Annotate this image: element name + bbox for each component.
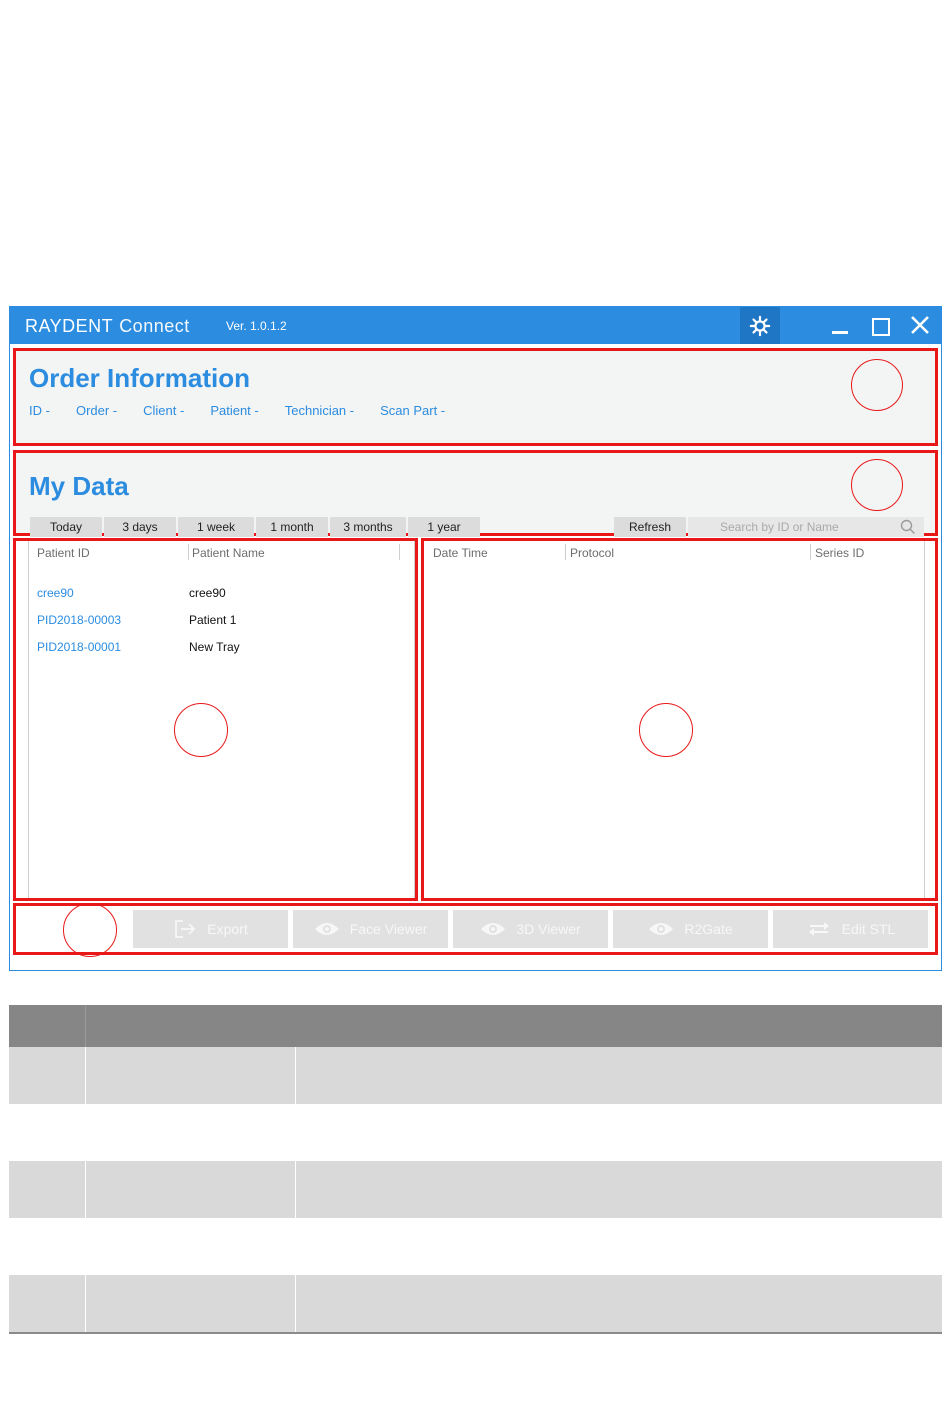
table-row (9, 1047, 942, 1104)
column-header-protocol[interactable]: Protocol (570, 546, 614, 560)
callout-circle (63, 903, 117, 957)
order-field-technician: Technician - (284, 403, 355, 418)
column-header-patient-name[interactable]: Patient Name (192, 546, 265, 560)
gear-icon (749, 315, 771, 336)
swap-arrows-icon (808, 922, 829, 936)
callout-circle (851, 459, 903, 511)
export-icon (175, 920, 196, 938)
callout-circle (639, 703, 693, 757)
table-header (9, 1005, 942, 1047)
search-placeholder: Search by ID or Name (720, 520, 839, 534)
table-row (9, 1275, 942, 1332)
column-header-series-id[interactable]: Series ID (815, 546, 864, 560)
order-field-patient: Patient - (210, 403, 259, 418)
settings-button[interactable] (740, 307, 780, 344)
panel-border-line (924, 541, 925, 898)
patient-id-cell[interactable]: cree90 (37, 586, 74, 600)
search-input[interactable]: Search by ID or Name (688, 517, 924, 537)
app-version: Ver. 1.0.1.2 (226, 319, 287, 333)
3d-viewer-label: 3D Viewer (516, 921, 581, 937)
eye-icon (649, 923, 674, 935)
callout-circle (174, 703, 228, 757)
panel-border-line (28, 541, 29, 898)
tab-3-days[interactable]: 3 days (104, 517, 176, 537)
face-viewer-label: Face Viewer (349, 921, 428, 937)
order-field-id: ID - (29, 403, 50, 418)
edit-stl-label: Edit STL (841, 921, 896, 937)
face-viewer-button[interactable]: Face Viewer (293, 910, 448, 948)
column-divider (85, 1005, 86, 1047)
panel-border-line (414, 541, 415, 898)
table-row (9, 1218, 942, 1275)
patient-name-cell: Patient 1 (189, 613, 237, 627)
action-bar: Export Face Viewer 3D Viewer R2Gate Edit… (13, 903, 938, 957)
eye-icon (314, 923, 339, 935)
3d-viewer-button[interactable]: 3D Viewer (453, 910, 608, 948)
eye-icon (481, 923, 506, 935)
callout-circle (851, 359, 903, 411)
r2gate-button[interactable]: R2Gate (613, 910, 768, 948)
description-table (9, 1005, 942, 1334)
order-fields: ID - Order - Client - Patient - Technici… (29, 403, 471, 418)
title-bar: RAYDENT Connect Ver. 1.0.1.2 (10, 307, 941, 344)
column-separator (399, 544, 400, 560)
edit-stl-button[interactable]: Edit STL (773, 910, 928, 948)
app-window: RAYDENT Connect Ver. 1.0.1.2 Order Infor… (9, 306, 942, 971)
patient-name-cell: New Tray (189, 640, 240, 654)
refresh-button[interactable]: Refresh (614, 517, 686, 537)
minimize-button[interactable] (820, 307, 860, 344)
brand-sub: Connect (119, 316, 190, 336)
tab-3-months[interactable]: 3 months (330, 517, 406, 537)
search-icon (900, 519, 915, 534)
table-row (9, 1104, 942, 1161)
table-row (9, 1161, 942, 1218)
close-icon (911, 316, 929, 334)
export-button[interactable]: Export (133, 910, 288, 948)
patient-list-panel: Patient ID Patient Name cree90 cree90 PI… (13, 538, 418, 901)
tab-1-week[interactable]: 1 week (178, 517, 254, 537)
my-data-title: My Data (29, 471, 129, 501)
order-information-title: Order Information (29, 363, 251, 393)
patient-name-cell: cree90 (189, 586, 226, 600)
export-label: Export (207, 921, 248, 937)
column-separator (188, 544, 189, 560)
brand-main: RAYDENT (25, 316, 114, 336)
maximize-button[interactable] (860, 307, 900, 344)
period-tabs: Today 3 days 1 week 1 month 3 months 1 y… (30, 517, 482, 537)
order-field-client: Client - (143, 403, 185, 418)
patient-id-cell[interactable]: PID2018-00003 (37, 613, 121, 627)
order-field-scan-part: Scan Part - (380, 403, 446, 418)
order-information-section: Order Information ID - Order - Client - … (13, 348, 938, 446)
r2gate-label: R2Gate (684, 921, 733, 937)
tab-1-year[interactable]: 1 year (408, 517, 480, 537)
close-button[interactable] (900, 307, 940, 344)
column-header-date-time[interactable]: Date Time (433, 546, 488, 560)
tab-today[interactable]: Today (30, 517, 102, 537)
tab-1-month[interactable]: 1 month (256, 517, 328, 537)
column-header-patient-id[interactable]: Patient ID (37, 546, 90, 560)
my-data-section: My Data Today 3 days 1 week 1 month 3 mo… (13, 450, 938, 537)
column-separator (565, 544, 566, 560)
series-list-panel: Date Time Protocol Series ID (421, 538, 938, 901)
patient-id-cell[interactable]: PID2018-00001 (37, 640, 121, 654)
order-field-order: Order - (75, 403, 118, 418)
app-brand: RAYDENT Connect (25, 316, 190, 337)
column-separator (810, 544, 811, 560)
